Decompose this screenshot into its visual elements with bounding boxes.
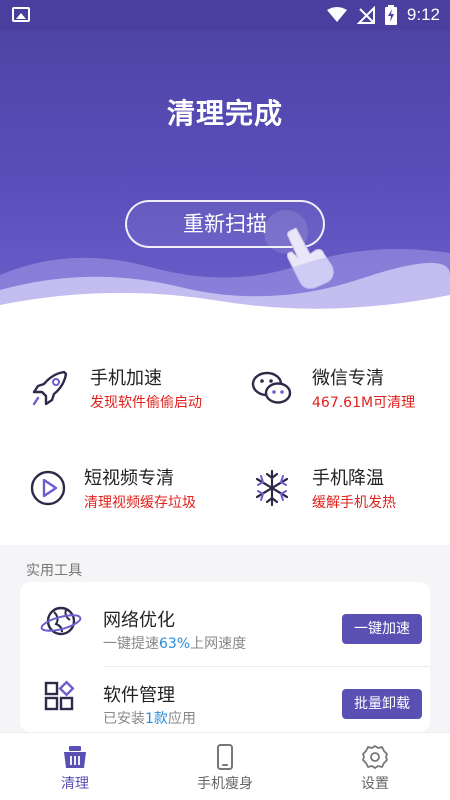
section-label: 实用工具 — [26, 563, 82, 579]
feature-title: 短视频专清 — [84, 468, 174, 489]
wechat-icon — [251, 371, 292, 404]
nav-item-clean[interactable]: 清理 — [0, 733, 150, 800]
play-icon — [30, 470, 66, 506]
feature-subtitle: 发现软件偷偷启动 — [90, 395, 202, 411]
nav-item-settings[interactable]: 设置 — [300, 733, 450, 800]
clock: 9:12 — [406, 5, 440, 24]
speed-value: 63% — [159, 636, 191, 652]
bottom-nav: 清理 手机瘦身 设置 — [0, 732, 450, 800]
rocket-icon — [32, 370, 68, 406]
feature-phone-speedup[interactable]: 手机加速 发现软件偷偷启动 — [28, 362, 238, 422]
tools-card: 网络优化 一键提速63%上网速度 一键加速 软件管理 已安装1款应用 批量卸载 — [20, 582, 430, 732]
page-title: 清理完成 — [166, 97, 283, 130]
gear-icon — [362, 745, 388, 769]
apps-icon — [44, 680, 75, 711]
battery-charging-icon — [384, 5, 397, 25]
feature-short-video-clean[interactable]: 短视频专清 清理视频缓存垃圾 — [28, 462, 238, 522]
installed-count: 1款 — [145, 711, 168, 727]
wave-decoration — [0, 249, 450, 320]
feature-title: 手机降温 — [312, 468, 384, 489]
image-icon — [12, 7, 30, 22]
feature-subtitle: 缓解手机发热 — [312, 495, 396, 511]
speed-up-button[interactable]: 一键加速 — [342, 614, 422, 644]
wifi-icon — [326, 7, 347, 22]
feature-title: 微信专清 — [312, 368, 384, 389]
basket-icon — [64, 746, 86, 768]
feature-wechat-clean[interactable]: 微信专清 467.61M可清理 — [250, 362, 450, 422]
nav-label: 手机瘦身 — [197, 776, 253, 792]
tool-subtitle: 已安装1款应用 — [103, 711, 196, 727]
feature-title: 手机加速 — [90, 368, 162, 389]
tool-network-optimize[interactable]: 网络优化 一键提速63%上网速度 一键加速 — [20, 582, 430, 657]
feature-subtitle: 清理视频缓存垃圾 — [84, 495, 196, 511]
snowflake-icon — [255, 469, 289, 507]
tool-title: 软件管理 — [103, 685, 175, 706]
no-signal-icon — [356, 6, 375, 24]
feature-subtitle: 467.61M可清理 — [312, 395, 416, 411]
status-bar: 9:12 — [0, 0, 450, 30]
tool-app-manager[interactable]: 软件管理 已安装1款应用 批量卸载 — [20, 657, 430, 732]
feature-phone-cooling[interactable]: 手机降温 缓解手机发热 — [250, 462, 450, 522]
nav-item-phone-slim[interactable]: 手机瘦身 — [150, 733, 300, 800]
phone-icon — [217, 744, 233, 770]
tool-subtitle: 一键提速63%上网速度 — [103, 636, 247, 652]
tool-title: 网络优化 — [103, 610, 175, 631]
hero-banner: 清理完成 重新扫描 — [0, 30, 450, 320]
nav-label: 清理 — [61, 776, 89, 792]
globe-icon — [40, 606, 82, 636]
nav-label: 设置 — [361, 776, 389, 792]
batch-uninstall-button[interactable]: 批量卸载 — [342, 689, 422, 719]
